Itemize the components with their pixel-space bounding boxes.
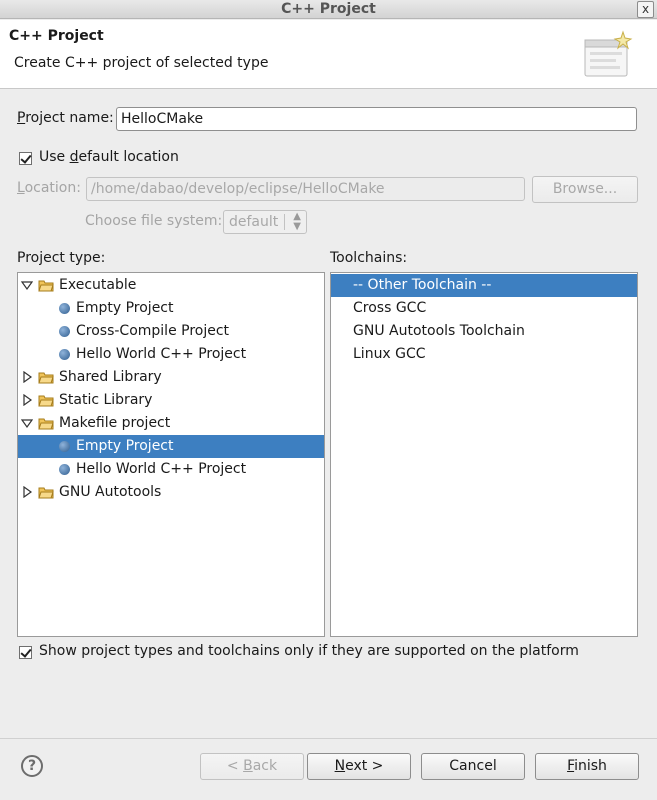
footer-divider [0, 738, 657, 739]
project-name-input[interactable]: HelloCMake [116, 107, 637, 131]
tree-item-static-library[interactable]: Static Library [18, 389, 324, 412]
toolchain-item-other[interactable]: -- Other Toolchain -- [331, 274, 637, 297]
file-system-value: default [229, 214, 279, 230]
tree-item-makefile-project[interactable]: Makefile project [18, 412, 324, 435]
combo-arrows-icon: ▲ ▼ [293, 211, 301, 232]
title-bar: C++ Project x [0, 0, 657, 19]
project-bullet-icon [59, 464, 70, 475]
project-type-heading: Project type: [17, 250, 106, 266]
folder-icon [38, 487, 54, 499]
project-bullet-icon [59, 326, 70, 337]
folder-icon [38, 395, 54, 407]
folder-open-icon [38, 280, 54, 292]
finish-button[interactable]: Finish [535, 753, 639, 780]
expanded-arrow-icon[interactable] [21, 417, 33, 429]
tree-item-label: Hello World C++ Project [76, 461, 247, 477]
tree-item-label: GNU Autotools [59, 484, 162, 500]
browse-button[interactable]: Browse... [532, 176, 638, 203]
tree-item-label: Empty Project [76, 438, 174, 454]
collapsed-arrow-icon[interactable] [21, 371, 33, 383]
tree-item-label: Empty Project [76, 300, 174, 316]
project-bullet-icon [59, 349, 70, 360]
tree-item-makefile-empty-project[interactable]: Empty Project [18, 435, 324, 458]
file-system-label: Choose file system: [85, 213, 223, 229]
toolchain-item-gnu-autotools[interactable]: GNU Autotools Toolchain [331, 320, 637, 343]
tree-item-label: Shared Library [59, 369, 162, 385]
project-bullet-icon [59, 441, 70, 452]
toolchain-item-linux-gcc[interactable]: Linux GCC [331, 343, 637, 366]
collapsed-arrow-icon[interactable] [21, 486, 33, 498]
tree-item-hello-world-cpp-project[interactable]: Hello World C++ Project [18, 343, 324, 366]
tree-item-label: Cross-Compile Project [76, 323, 230, 339]
tree-item-gnu-autotools[interactable]: GNU Autotools [18, 481, 324, 504]
location-input[interactable]: /home/dabao/develop/eclipse/HelloCMake [86, 177, 525, 201]
project-bullet-icon [59, 303, 70, 314]
close-icon[interactable]: x [637, 1, 654, 18]
collapsed-arrow-icon[interactable] [21, 394, 33, 406]
tree-item-label: Makefile project [59, 415, 171, 431]
toolchains-heading: Toolchains: [330, 250, 408, 266]
new-project-wizard-icon [584, 30, 633, 77]
tree-item-label: Hello World C++ Project [76, 346, 247, 362]
project-type-tree[interactable]: Executable Empty Project Cross-Compile P… [17, 272, 325, 637]
help-icon[interactable]: ? [21, 755, 43, 777]
supported-only-checkbox[interactable] [19, 646, 32, 659]
back-button[interactable]: < Back [200, 753, 304, 780]
tree-item-label: Executable [59, 277, 137, 293]
cancel-button[interactable]: Cancel [421, 753, 525, 780]
wizard-description: Create C++ project of selected type [14, 55, 269, 71]
tree-item-executable[interactable]: Executable [18, 274, 324, 297]
tree-item-makefile-hello-world[interactable]: Hello World C++ Project [18, 458, 324, 481]
tree-item-empty-project[interactable]: Empty Project [18, 297, 324, 320]
supported-only-label: Show project types and toolchains only i… [39, 643, 579, 659]
expanded-arrow-icon[interactable] [21, 279, 33, 291]
file-system-select[interactable]: default ▲ ▼ [223, 210, 307, 234]
location-label: Location: [17, 180, 81, 196]
toolchains-list[interactable]: -- Other Toolchain -- Cross GCC GNU Auto… [330, 272, 638, 637]
folder-icon [38, 372, 54, 384]
combo-separator [284, 214, 285, 230]
tree-item-cross-compile-project[interactable]: Cross-Compile Project [18, 320, 324, 343]
window-title: C++ Project [281, 1, 376, 17]
toolchain-item-cross-gcc[interactable]: Cross GCC [331, 297, 637, 320]
next-button[interactable]: Next > [307, 753, 411, 780]
use-default-location-checkbox[interactable] [19, 152, 32, 165]
wizard-header: C++ Project Create C++ project of select… [0, 20, 657, 89]
folder-open-icon [38, 418, 54, 430]
tree-item-label: Static Library [59, 392, 153, 408]
use-default-location-label: Use default location [39, 149, 179, 165]
project-name-label: Project name: [17, 110, 114, 126]
tree-item-shared-library[interactable]: Shared Library [18, 366, 324, 389]
wizard-title: C++ Project [9, 28, 104, 44]
